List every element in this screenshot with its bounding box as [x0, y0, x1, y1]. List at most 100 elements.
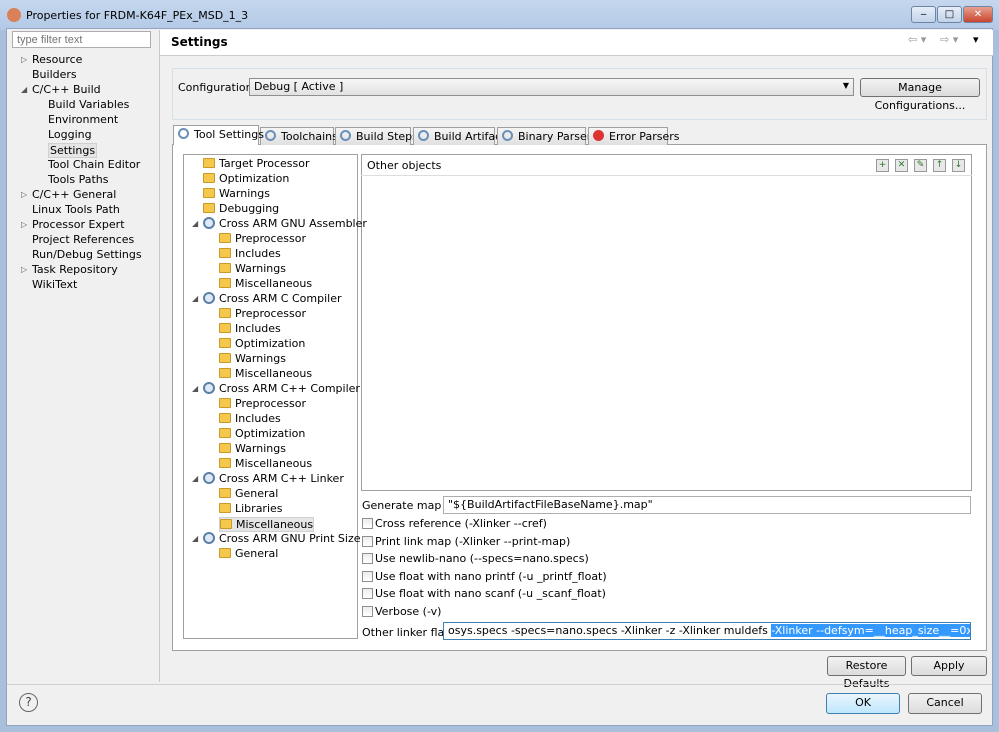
- cancel-button[interactable]: Cancel: [908, 693, 982, 714]
- nav-item[interactable]: Logging: [48, 128, 92, 141]
- tree-item[interactable]: Cross ARM C++ Compiler: [203, 382, 360, 395]
- checkbox-label: Print link map (-Xlinker --print-map): [375, 534, 571, 548]
- nav-item[interactable]: Processor Expert: [32, 218, 125, 231]
- tree-item[interactable]: Optimization: [219, 337, 305, 350]
- configuration-select[interactable]: Debug [ Active ] ▼: [249, 78, 854, 96]
- tab-build-steps[interactable]: Build Steps: [335, 127, 418, 145]
- other-linker-flags-input[interactable]: osys.specs -specs=nano.specs -Xlinker -z…: [443, 622, 971, 640]
- checkbox-label: Verbose (-v): [375, 605, 442, 618]
- tree-item[interactable]: Warnings: [219, 442, 286, 455]
- tree-item[interactable]: Target Processor: [203, 157, 310, 170]
- expand-arrow-icon[interactable]: ▷: [21, 265, 27, 274]
- tab-error-parsers[interactable]: Error Parsers: [588, 127, 679, 145]
- tree-item-label: Warnings: [235, 262, 286, 275]
- tree-item[interactable]: Miscellaneous: [219, 277, 312, 290]
- collapse-arrow-icon[interactable]: ◢: [21, 85, 27, 94]
- tab-build-artifact[interactable]: Build Artifact: [413, 127, 506, 145]
- tree-item[interactable]: Optimization: [203, 172, 289, 185]
- apply-button[interactable]: Apply: [911, 656, 987, 676]
- tree-item-label: Warnings: [219, 187, 270, 200]
- tree-item[interactable]: Warnings: [219, 262, 286, 275]
- tree-item[interactable]: Preprocessor: [219, 232, 306, 245]
- checkbox[interactable]: [362, 570, 373, 582]
- tree-item[interactable]: Includes: [219, 247, 281, 260]
- artifact-icon: [418, 130, 429, 141]
- tree-item[interactable]: Cross ARM C Compiler: [203, 292, 342, 305]
- close-button[interactable]: ✕: [963, 6, 993, 23]
- tab-binary-parsers[interactable]: Binary Parsers: [497, 127, 597, 145]
- tool-icon: [203, 472, 215, 484]
- nav-item[interactable]: C/C++ Build: [32, 83, 101, 96]
- collapse-arrow-icon[interactable]: ◢: [192, 474, 198, 483]
- tree-item[interactable]: Warnings: [203, 187, 270, 200]
- edit-icon[interactable]: ✎: [914, 159, 927, 172]
- generate-map-label: Generate map: [362, 499, 442, 512]
- nav-item[interactable]: C/C++ General: [32, 188, 116, 201]
- generate-map-input[interactable]: "${BuildArtifactFileBaseName}.map": [443, 496, 971, 514]
- manage-configurations-button[interactable]: Manage Configurations...: [860, 78, 980, 112]
- tree-item[interactable]: Miscellaneous: [219, 367, 312, 380]
- delete-icon[interactable]: ✕: [895, 159, 908, 172]
- move-down-icon[interactable]: ↓: [952, 159, 965, 172]
- tree-item[interactable]: Cross ARM GNU Print Size: [203, 532, 361, 545]
- tree-item[interactable]: Optimization: [219, 427, 305, 440]
- nav-item[interactable]: Run/Debug Settings: [32, 248, 142, 261]
- tree-item[interactable]: Includes: [219, 412, 281, 425]
- tree-item[interactable]: Includes: [219, 322, 281, 335]
- tree-item[interactable]: General: [219, 547, 278, 560]
- nav-item[interactable]: Builders: [32, 68, 77, 81]
- splitter[interactable]: [159, 30, 160, 682]
- tree-item[interactable]: Cross ARM C++ Linker: [203, 472, 344, 485]
- forward-button[interactable]: ⇨ ▾: [940, 33, 958, 46]
- tree-item[interactable]: Miscellaneous: [219, 457, 312, 470]
- nav-item[interactable]: WikiText: [32, 278, 77, 291]
- minimize-button[interactable]: ‒: [911, 6, 936, 23]
- expand-arrow-icon[interactable]: ▷: [21, 220, 27, 229]
- collapse-arrow-icon[interactable]: ◢: [192, 294, 198, 303]
- view-menu-button[interactable]: ▾: [973, 33, 979, 46]
- tree-item-label: Warnings: [235, 352, 286, 365]
- filter-input[interactable]: [12, 31, 151, 48]
- tree-item[interactable]: Warnings: [219, 352, 286, 365]
- ok-button[interactable]: OK: [826, 693, 900, 714]
- nav-item[interactable]: Task Repository: [32, 263, 118, 276]
- page-title: Settings: [171, 35, 228, 49]
- nav-item[interactable]: Linux Tools Path: [32, 203, 120, 216]
- tree-item[interactable]: Preprocessor: [219, 397, 306, 410]
- checkbox[interactable]: [362, 518, 373, 529]
- restore-defaults-button[interactable]: Restore Defaults: [827, 656, 906, 690]
- collapse-arrow-icon[interactable]: ◢: [192, 384, 198, 393]
- tree-item[interactable]: Miscellaneous: [219, 517, 315, 532]
- configuration-label: Configuration:: [178, 81, 257, 94]
- nav-item[interactable]: Build Variables: [48, 98, 129, 111]
- back-button[interactable]: ⇦ ▾: [908, 33, 926, 46]
- tree-item[interactable]: General: [219, 487, 278, 500]
- tree-item[interactable]: Preprocessor: [219, 307, 306, 320]
- nav-item[interactable]: Resource: [32, 53, 82, 66]
- nav-item[interactable]: Tools Paths: [48, 173, 109, 186]
- other-objects-list[interactable]: [361, 154, 972, 491]
- tab-toolchains[interactable]: Toolchains: [260, 127, 338, 145]
- checkbox[interactable]: [362, 588, 373, 600]
- checkbox[interactable]: [362, 606, 373, 617]
- tree-item[interactable]: Debugging: [203, 202, 279, 215]
- collapse-arrow-icon[interactable]: ◢: [192, 219, 198, 228]
- nav-item[interactable]: Settings: [48, 143, 98, 158]
- tree-item-label: Optimization: [235, 337, 306, 350]
- add-icon[interactable]: +: [876, 159, 889, 172]
- tree-item[interactable]: Cross ARM GNU Assembler: [203, 217, 367, 230]
- nav-item[interactable]: Project References: [32, 233, 134, 246]
- expand-arrow-icon[interactable]: ▷: [21, 55, 27, 64]
- collapse-arrow-icon[interactable]: ◢: [192, 534, 198, 543]
- tree-item-label: Cross ARM C++ Linker: [219, 472, 344, 485]
- checkbox[interactable]: [362, 553, 373, 565]
- nav-item[interactable]: Environment: [48, 113, 118, 126]
- nav-item[interactable]: Tool Chain Editor: [48, 158, 140, 171]
- move-up-icon[interactable]: ↑: [933, 159, 946, 172]
- help-icon[interactable]: ?: [19, 693, 38, 712]
- expand-arrow-icon[interactable]: ▷: [21, 190, 27, 199]
- tree-item[interactable]: Libraries: [219, 502, 283, 515]
- checkbox[interactable]: [362, 535, 373, 547]
- maximize-button[interactable]: □: [937, 6, 962, 23]
- tab-tool-settings[interactable]: Tool Settings: [173, 125, 264, 145]
